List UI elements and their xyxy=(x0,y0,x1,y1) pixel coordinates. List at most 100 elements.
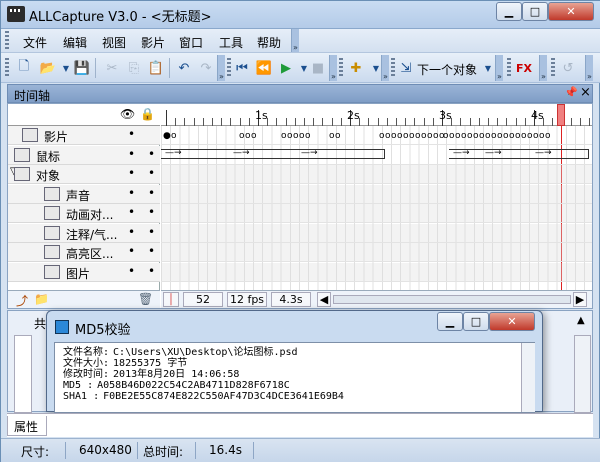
menu-file[interactable]: 文件 xyxy=(23,34,47,51)
toolbar-chevron-icon[interactable]: » xyxy=(329,55,337,81)
grid-row-6[interactable] xyxy=(161,243,592,262)
keyframe-marker[interactable]: o xyxy=(503,131,508,141)
menu-edit[interactable]: 编辑 xyxy=(63,34,87,51)
keyframe-marker[interactable]: o xyxy=(397,131,402,141)
keyframe-marker[interactable]: o xyxy=(461,131,466,141)
menu-movie[interactable]: 影片 xyxy=(141,34,165,51)
new-file-icon[interactable]: 🗋 xyxy=(15,59,33,77)
track-row-3[interactable]: 声音 • • xyxy=(8,184,160,204)
maximize-button[interactable]: □ xyxy=(522,2,548,21)
lower-panel-collapse-icon[interactable]: ▲ xyxy=(577,315,585,326)
toolbar-chevron-icon[interactable]: » xyxy=(495,55,503,81)
lock-icon[interactable]: 🔒 xyxy=(140,107,155,121)
keyframe-marker[interactable]: o xyxy=(251,131,256,141)
menu-view[interactable]: 视图 xyxy=(102,34,126,51)
lock-toggle[interactable]: • xyxy=(148,147,155,161)
playhead-handle[interactable] xyxy=(557,104,565,126)
go-to-start-icon[interactable]: ⏮ xyxy=(233,59,251,77)
insert-object-icon[interactable]: ✚ xyxy=(347,59,365,77)
keyframe-marker[interactable]: o xyxy=(385,131,390,141)
lock-toggle[interactable]: • xyxy=(148,244,155,258)
keyframe-marker[interactable]: o xyxy=(287,131,292,141)
keyframe-marker[interactable]: o xyxy=(293,131,298,141)
keyframe-marker[interactable]: o xyxy=(403,131,408,141)
keyframe-marker[interactable]: o xyxy=(421,131,426,141)
menubar-chevron-icon[interactable]: » xyxy=(291,29,299,52)
keyframe-marker[interactable]: o xyxy=(305,131,310,141)
next-object-button[interactable]: 下一个对象 xyxy=(417,61,477,78)
keyframe-marker[interactable]: o xyxy=(491,131,496,141)
save-icon[interactable]: 💾 xyxy=(73,59,91,77)
toolbar-chevron-icon[interactable]: » xyxy=(381,55,389,81)
toolbar-chevron-icon[interactable]: » xyxy=(217,55,225,81)
keyframe-marker[interactable]: o xyxy=(467,131,472,141)
delete-track-icon[interactable]: 🗑 xyxy=(138,292,153,306)
add-track-icon[interactable]: ⤴ xyxy=(16,292,28,309)
minimize-button[interactable]: ▁ xyxy=(496,2,522,21)
scroll-left-icon[interactable]: ◀ xyxy=(317,292,331,307)
keyframe-marker[interactable]: o xyxy=(479,131,484,141)
undo-icon[interactable]: ↶ xyxy=(175,59,193,77)
keyframe-marker[interactable]: o xyxy=(449,131,454,141)
keyframe-marker[interactable]: o xyxy=(391,131,396,141)
lower-panel-tab[interactable]: 共 xyxy=(34,315,46,332)
keyframe-marker[interactable]: o xyxy=(433,131,438,141)
track-row-0[interactable]: 影片 • xyxy=(8,126,160,145)
toolbar-chevron-icon[interactable]: » xyxy=(585,55,593,81)
keyframe-marker[interactable]: o xyxy=(539,131,544,141)
visibility-eye-icon[interactable]: 👁 xyxy=(120,107,135,121)
keyframe-marker[interactable]: o xyxy=(515,131,520,141)
next-object-icon[interactable]: ⇲ xyxy=(397,59,415,77)
grid-row-4[interactable] xyxy=(161,204,592,223)
effects-fx-icon[interactable]: FX xyxy=(515,59,533,77)
grid-row-2[interactable] xyxy=(161,165,592,184)
visibility-toggle[interactable]: • xyxy=(128,205,135,219)
track-row-4[interactable]: 动画对... • • xyxy=(8,204,160,223)
lower-panel-scrollbar[interactable] xyxy=(574,335,591,413)
keyframe-marker[interactable]: o xyxy=(379,131,384,141)
visibility-toggle[interactable]: • xyxy=(128,127,135,141)
menu-help[interactable]: 帮助 xyxy=(257,34,281,51)
lock-toggle[interactable]: • xyxy=(148,166,155,180)
keyframe-marker[interactable]: o xyxy=(485,131,490,141)
visibility-toggle[interactable]: • xyxy=(128,166,135,180)
close-button[interactable]: ✕ xyxy=(548,2,594,21)
visibility-toggle[interactable]: • xyxy=(128,225,135,239)
panel-close-icon[interactable]: × xyxy=(580,85,591,100)
copy-icon[interactable]: ⎘ xyxy=(125,59,143,77)
keyframe-marker[interactable]: o xyxy=(415,131,420,141)
open-folder-icon[interactable]: 📂 xyxy=(39,59,57,77)
track-row-5[interactable]: 注释/气... • • xyxy=(8,223,160,243)
lock-toggle[interactable]: • xyxy=(148,186,155,200)
grid-row-3[interactable] xyxy=(161,184,592,204)
visibility-toggle[interactable]: • xyxy=(128,147,135,161)
keyframe-marker[interactable]: o xyxy=(527,131,532,141)
dialog-minimize-button[interactable]: ▁ xyxy=(437,312,463,331)
refresh-icon[interactable]: ↺ xyxy=(559,59,577,77)
keyframe-marker[interactable]: o xyxy=(239,131,244,141)
play-icon[interactable]: ▶ xyxy=(277,59,295,77)
dialog-maximize-button[interactable]: □ xyxy=(463,312,489,331)
lock-toggle[interactable]: • xyxy=(148,225,155,239)
keyframe-marker[interactable]: ● xyxy=(163,131,171,141)
keyframe-marker[interactable]: o xyxy=(409,131,414,141)
horizontal-scrollbar[interactable] xyxy=(333,295,571,304)
keyframe-marker[interactable]: o xyxy=(329,131,334,141)
lock-toggle[interactable]: • xyxy=(148,205,155,219)
track-row-6[interactable]: 高亮区... • • xyxy=(8,243,160,262)
visibility-toggle[interactable]: • xyxy=(128,244,135,258)
keyframe-marker[interactable]: o xyxy=(473,131,478,141)
stop-icon[interactable]: ■ xyxy=(309,59,327,77)
keyframe-marker[interactable]: o xyxy=(533,131,538,141)
keyframe-marker[interactable]: o xyxy=(335,131,340,141)
track-row-7[interactable]: 图片 • • xyxy=(8,262,160,282)
keyframe-marker[interactable]: o xyxy=(299,131,304,141)
time-ruler[interactable]: 1s 2s 3s 4s xyxy=(161,104,592,126)
grid-row-5[interactable] xyxy=(161,223,592,243)
pin-icon[interactable]: 📌 xyxy=(564,86,578,99)
keyframe-marker[interactable]: o xyxy=(171,131,176,141)
timeline-grid[interactable]: 1s 2s 3s 4s ● o o o o o o o o o o o o o o o o o o o o o o o o o o o o o o… xyxy=(161,104,592,290)
keyframe-marker[interactable]: o xyxy=(545,131,550,141)
start-marker-icon[interactable]: ⏐ xyxy=(163,292,179,307)
keyframe-marker[interactable]: o xyxy=(497,131,502,141)
